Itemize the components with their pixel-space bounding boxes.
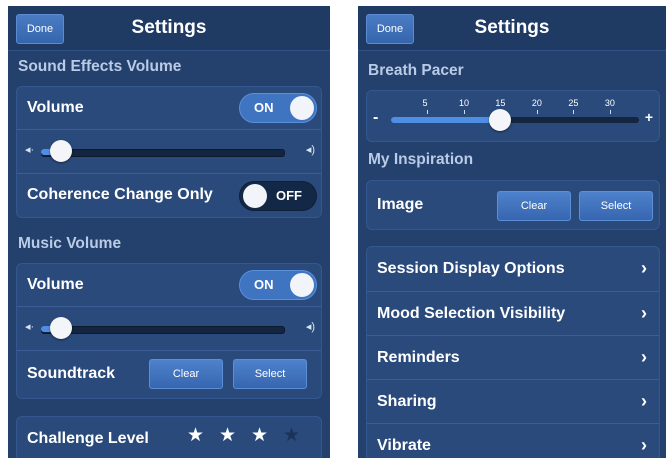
- tick-mark: [463, 110, 465, 114]
- chevron-right-icon: ›: [641, 258, 647, 278]
- sound-effects-volume-label: Volume: [27, 99, 84, 116]
- menu-item-label: Reminders: [377, 349, 460, 366]
- section-title-inspiration: My Inspiration: [368, 151, 474, 168]
- section-title-music: Music Volume: [18, 235, 122, 252]
- music-volume-label: Volume: [27, 276, 84, 293]
- tick-mark: [573, 110, 575, 114]
- challenge-group: Challenge Level ★ ★ ★ ★: [16, 416, 322, 458]
- plus-label: +: [644, 109, 653, 125]
- sound-effects-volume-toggle[interactable]: ON: [239, 93, 317, 123]
- page-title: Settings: [474, 17, 550, 38]
- inspiration-group: Image Clear Select: [366, 180, 660, 230]
- soundtrack-row: Soundtrack Clear Select: [17, 350, 321, 399]
- image-select-button[interactable]: Select: [579, 191, 653, 221]
- tick-mark: [536, 110, 538, 114]
- tick-label: 30: [604, 98, 615, 108]
- section-title-breath-pacer: Breath Pacer: [368, 62, 464, 79]
- toggle-state-text: ON: [254, 277, 274, 292]
- sound-effects-slider-row: ◂· ◂): [17, 129, 321, 174]
- breath-pacer-slider[interactable]: - + 5 10 15 20 25 30: [367, 91, 659, 143]
- speaker-high-icon: ◂): [305, 144, 315, 156]
- settings-screen-left: Done Settings Sound Effects Volume Volum…: [8, 6, 330, 458]
- music-volume-toggle[interactable]: ON: [239, 270, 317, 300]
- section-title-sound-effects: Sound Effects Volume: [18, 58, 182, 75]
- toggle-knob: [290, 273, 314, 297]
- page-title: Settings: [131, 17, 207, 38]
- slider-track: [41, 149, 285, 157]
- tick-label: 25: [568, 98, 579, 108]
- chevron-right-icon: ›: [641, 347, 647, 367]
- music-slider-row: ◂· ◂): [17, 306, 321, 351]
- menu-item[interactable]: Vibrate ›: [367, 423, 659, 458]
- star-icon[interactable]: ★: [187, 424, 204, 447]
- minus-label: -: [373, 109, 379, 126]
- tick-mark: [609, 110, 611, 114]
- chevron-right-icon: ›: [641, 303, 647, 323]
- image-clear-button[interactable]: Clear: [497, 191, 571, 221]
- coherence-change-row: Coherence Change Only OFF: [17, 173, 321, 218]
- speaker-high-icon: ◂): [305, 321, 315, 333]
- speaker-low-icon: ◂·: [25, 321, 35, 333]
- settings-screen-right: Done Settings Breath Pacer - + 5 10 15 20 25…: [358, 6, 666, 458]
- slider-thumb[interactable]: [50, 140, 73, 162]
- music-volume-slider[interactable]: ◂· ◂): [25, 309, 315, 347]
- toggle-knob: [243, 184, 267, 208]
- tick-label: 20: [531, 98, 542, 108]
- menu-item-label: Session Display Options: [377, 260, 565, 277]
- coherence-change-toggle[interactable]: OFF: [239, 181, 317, 211]
- slider-track: [41, 326, 285, 334]
- menu-item[interactable]: Sharing ›: [367, 379, 659, 424]
- chevron-right-icon: ›: [641, 391, 647, 411]
- nav-bar: Done Settings: [8, 6, 330, 51]
- speaker-low-icon: ◂·: [25, 144, 35, 156]
- menu-item[interactable]: Session Display Options ›: [367, 247, 659, 291]
- slider-fill: [391, 117, 501, 123]
- challenge-level-label: Challenge Level: [27, 430, 149, 447]
- menu-item[interactable]: Mood Selection Visibility ›: [367, 291, 659, 336]
- soundtrack-clear-button[interactable]: Clear: [149, 359, 223, 389]
- music-volume-row: Volume ON: [17, 264, 321, 306]
- music-group: Volume ON ◂· ◂) Soundtrack Clear Select: [16, 263, 322, 399]
- menu-item-label: Vibrate: [377, 437, 431, 454]
- tick-label: 10: [458, 98, 469, 108]
- soundtrack-label: Soundtrack: [27, 365, 116, 382]
- breath-pacer-group: - + 5 10 15 20 25 30: [366, 90, 660, 142]
- slider-thumb[interactable]: [50, 317, 73, 339]
- chevron-right-icon: ›: [641, 435, 647, 455]
- menu-item-label: Mood Selection Visibility: [377, 305, 566, 322]
- star-icon[interactable]: ★: [283, 424, 300, 447]
- menu-group: Session Display Options › Mood Selection V…: [366, 246, 660, 458]
- toggle-state-text: OFF: [276, 188, 302, 203]
- toggle-state-text: ON: [254, 100, 274, 115]
- tick-label: 15: [495, 98, 506, 108]
- tick-mark: [427, 110, 429, 114]
- image-label: Image: [377, 196, 424, 213]
- coherence-change-label: Coherence Change Only: [27, 186, 213, 203]
- slider-thumb[interactable]: [489, 109, 512, 131]
- menu-item[interactable]: Reminders ›: [367, 335, 659, 380]
- sound-effects-volume-row: Volume ON: [17, 87, 321, 129]
- sound-effects-group: Volume ON ◂· ◂) Coherence Change Only OF…: [16, 86, 322, 218]
- star-icon[interactable]: ★: [219, 424, 236, 447]
- menu-item-label: Sharing: [377, 393, 437, 410]
- toggle-knob: [290, 96, 314, 120]
- tick-label: 5: [422, 98, 428, 108]
- star-icon[interactable]: ★: [251, 424, 268, 447]
- nav-bar: Done Settings: [358, 6, 666, 51]
- sound-effects-volume-slider[interactable]: ◂· ◂): [25, 132, 315, 170]
- soundtrack-select-button[interactable]: Select: [233, 359, 307, 389]
